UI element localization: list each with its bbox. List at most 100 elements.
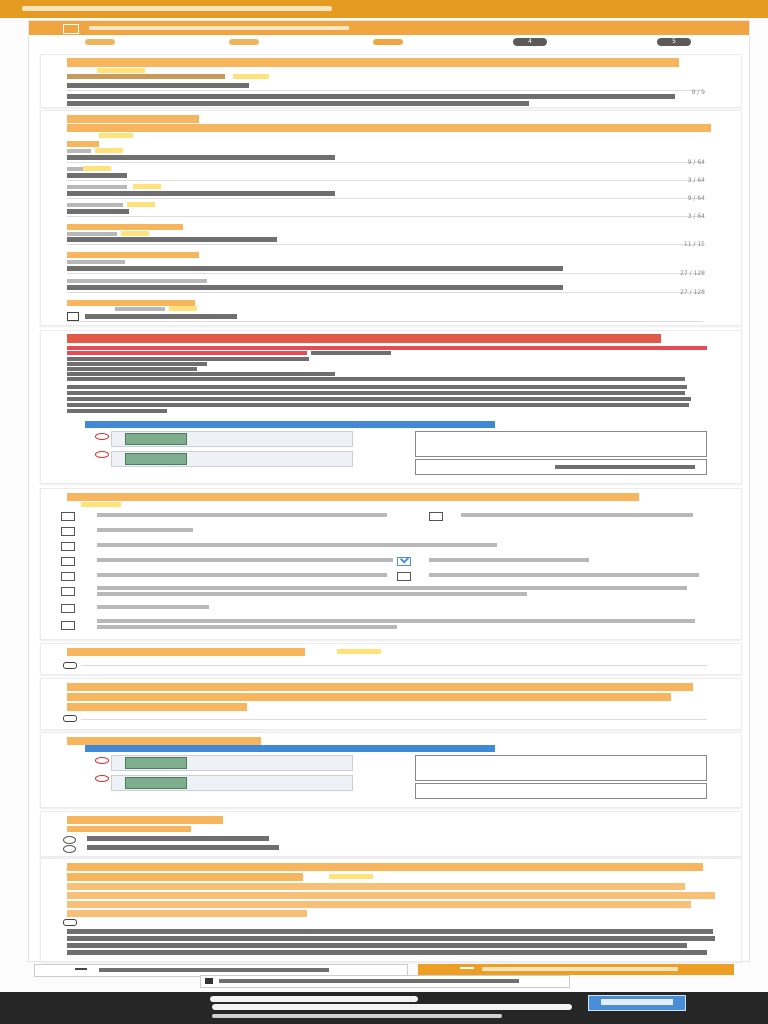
checkbox-opt-5[interactable]	[61, 557, 75, 566]
checkbox-opt-2[interactable]	[429, 512, 443, 521]
next-arrow-icon	[460, 967, 474, 972]
opt-9-label-line-1	[97, 586, 687, 590]
checkbox-opt-3[interactable]	[61, 527, 75, 536]
given-name-input[interactable]	[67, 171, 703, 181]
doc2-upload-icon[interactable]	[63, 715, 77, 722]
checkbox-opt-10[interactable]	[61, 604, 75, 613]
opt-2-label	[461, 513, 693, 517]
photo-guide-bad-example-1	[415, 431, 707, 457]
bank-info-card	[40, 811, 742, 857]
doc1-upload-area[interactable]	[81, 665, 707, 666]
attach-warning-line-2	[67, 351, 307, 355]
doc2-title-line-1	[67, 683, 693, 691]
footer-powered-by	[210, 996, 418, 1002]
bank-photo-guide	[85, 745, 707, 801]
doc-select-card	[40, 488, 742, 640]
bank-info-subtitle-glyphs	[67, 826, 191, 832]
bank-docs-upload-icon[interactable]	[63, 919, 77, 926]
applicant-title-glyphs	[67, 115, 199, 123]
radio-bank-transfer[interactable]	[63, 836, 76, 844]
next-button[interactable]	[418, 964, 734, 975]
photo-guide-ng-mark	[95, 451, 109, 458]
checkbox-opt-6[interactable]	[397, 557, 411, 566]
bank-guide-ng-card	[125, 777, 187, 789]
doc2-title-line-3	[67, 703, 247, 711]
bank-docs-note-line-4	[67, 950, 707, 955]
surname-kana-value	[67, 191, 335, 196]
inquiry-card: 9 / 9	[40, 54, 742, 108]
section-header	[29, 21, 749, 35]
given-kana-value	[67, 209, 129, 214]
surname-input[interactable]	[67, 153, 703, 163]
bank-docs-warning-line-2	[67, 892, 715, 899]
phone-input[interactable]	[67, 235, 703, 245]
opt-5-label	[97, 558, 393, 562]
footer-terms-link[interactable]	[212, 1014, 502, 1018]
applicant-subtitle-glyphs	[67, 124, 711, 132]
checkbox-opt-11[interactable]	[61, 621, 75, 630]
attach-item-2	[67, 362, 207, 366]
step-1	[85, 39, 115, 45]
name-label-glyphs	[67, 141, 99, 147]
checkbox-opt-1[interactable]	[61, 512, 75, 521]
radio-postal-transfer[interactable]	[63, 845, 76, 853]
step-5: 5	[657, 38, 691, 46]
doc-select-required-badge	[81, 502, 121, 507]
attach-notice-card	[40, 330, 742, 484]
checkbox-opt-4[interactable]	[61, 542, 75, 551]
bank-docs-note-line-3	[67, 943, 687, 948]
attach-item-5	[67, 377, 685, 381]
checkbox-opt-8[interactable]	[397, 572, 411, 581]
app-title-glyphs	[22, 6, 332, 11]
attach-notice-title-glyphs	[67, 334, 661, 343]
attach-warning-tail	[311, 351, 391, 355]
opt-4-label	[97, 543, 497, 547]
bank-docs-required-badge	[329, 874, 373, 879]
photo-guide-bad-bar	[555, 465, 695, 469]
save-draft-button[interactable]	[200, 975, 570, 988]
opt-10-label	[97, 605, 209, 609]
doc1-upload-icon[interactable]	[63, 662, 77, 669]
surname-counter: 9 / 64	[687, 159, 705, 166]
bank-guide-ok-mark	[95, 757, 109, 764]
doc2-card	[40, 678, 742, 730]
doc-select-title-glyphs	[67, 493, 639, 501]
bank-info-title-glyphs	[67, 816, 223, 824]
given-kana-input[interactable]	[67, 207, 703, 217]
attach-note-line-4	[67, 403, 689, 407]
opt-7-label	[97, 573, 387, 577]
applicant-card: 9 / 64 3 / 64 9 / 64 3 / 64 11 / 15 27 /…	[40, 110, 742, 326]
inquiry-number-input[interactable]	[67, 81, 703, 91]
phone-counter: 11 / 15	[683, 241, 705, 248]
checkbox-opt-7[interactable]	[61, 572, 75, 581]
attach-note-line-5	[67, 409, 167, 413]
email-confirm-input[interactable]	[67, 283, 703, 293]
email-counter: 27 / 128	[680, 270, 705, 277]
opt-11-label-line-2	[97, 625, 397, 629]
step-4: 4	[513, 38, 547, 46]
surname-kana-input[interactable]	[67, 189, 703, 199]
bank-guide-bad-example-2	[415, 783, 707, 799]
opt-1-label	[97, 513, 387, 517]
checkbox-opt-9[interactable]	[61, 587, 75, 596]
step-indicator: 4 5	[29, 37, 749, 47]
opt-6-label	[429, 558, 589, 562]
surname-value	[67, 155, 335, 160]
doc2-upload-area[interactable]	[81, 719, 707, 720]
email-confirm-value	[67, 285, 563, 290]
opt-11-label-line-1	[97, 619, 695, 623]
inquiry-half-width-label	[67, 74, 225, 79]
inquiry-counter: 9 / 9	[691, 89, 705, 96]
attach-warning-line-1	[67, 346, 707, 350]
email-input[interactable]	[67, 264, 703, 274]
bank-guide-ok-card	[125, 757, 187, 769]
bank-docs-title-line-1	[67, 863, 703, 871]
back-button-label	[99, 968, 329, 972]
birth-date-input[interactable]	[67, 311, 703, 322]
security-seal-badge[interactable]	[588, 995, 686, 1011]
phone-label-glyphs	[67, 224, 183, 230]
attach-note-line-2	[67, 391, 685, 395]
bank-photo-guide-title-bar	[85, 745, 495, 752]
inquiry-field-required-badge	[233, 74, 269, 79]
radio-bank-transfer-label	[87, 836, 269, 841]
